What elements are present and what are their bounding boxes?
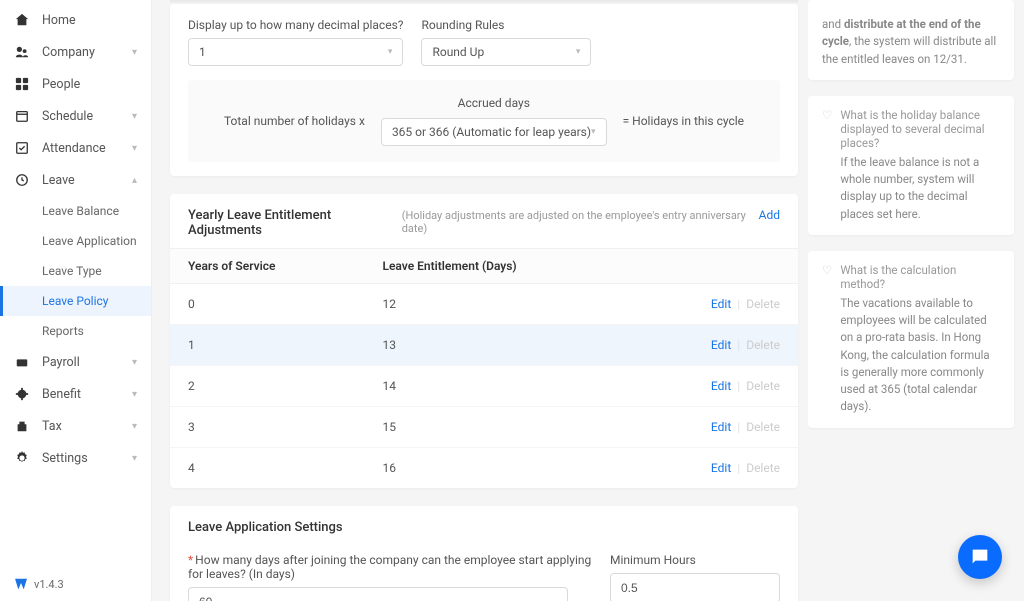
tip-distribute: and distribute at the end of the cycle, … (808, 0, 1014, 80)
sidebar-item-leave-application[interactable]: Leave Application (0, 226, 151, 256)
sidebar-item-benefit[interactable]: Benefit▾ (0, 378, 151, 410)
formula-denominator-select[interactable]: 365 or 366 (Automatic for leap years)▾ (381, 118, 607, 146)
sidebar-item-leave-balance[interactable]: Leave Balance (0, 196, 151, 226)
chat-fab[interactable] (958, 535, 1002, 579)
gear-icon (14, 450, 30, 466)
sidebar-item-company[interactable]: Company▾ (0, 36, 151, 68)
sidebar-item-attendance[interactable]: Attendance▾ (0, 132, 151, 164)
edit-link[interactable]: Edit (711, 379, 731, 393)
adjustments-subtitle: (Holiday adjustments are adjusted on the… (402, 209, 753, 235)
adjustments-table: Years of Service Leave Entitlement (Days… (170, 248, 798, 488)
delete-link[interactable]: Delete (746, 338, 780, 352)
sidebar-item-schedule[interactable]: Schedule▾ (0, 100, 151, 132)
las-q2-label: Minimum Hours (610, 553, 780, 567)
decimal-config-card: Display up to how many decimal places? 1… (170, 4, 798, 176)
edit-link[interactable]: Edit (711, 297, 731, 311)
table-row: 315Edit|Delete (170, 407, 798, 448)
table-row: 113Edit|Delete (170, 325, 798, 366)
tip-question: What is the calculation method? (840, 263, 1000, 291)
chevron-down-icon: ▾ (388, 47, 393, 57)
sidebar-item-home[interactable]: Home (0, 4, 151, 36)
heart-icon: ♡ (822, 108, 832, 223)
formula-rhs: = Holidays in this cycle (623, 114, 744, 128)
leave-icon (14, 172, 30, 188)
delete-link[interactable]: Delete (746, 420, 780, 434)
tip-calc: ♡ What is the calculation method? The va… (808, 251, 1014, 428)
table-row: 012Edit|Delete (170, 284, 798, 325)
chevron-down-icon: ▾ (132, 421, 137, 432)
benefit-icon (14, 386, 30, 402)
main-content: Display up to how many decimal places? 1… (152, 0, 808, 601)
sidebar-item-leave[interactable]: Leave▴ (0, 164, 151, 196)
tip-decimal: ♡ What is the holiday balance displayed … (808, 96, 1014, 235)
tip-answer: If the leave balance is not a whole numb… (840, 154, 1000, 223)
chevron-down-icon: ▾ (132, 47, 137, 58)
decimal-select[interactable]: 1▾ (188, 38, 403, 66)
las-q1-input[interactable] (188, 587, 568, 601)
heart-icon: ♡ (822, 263, 832, 416)
add-button[interactable]: Add (759, 208, 780, 222)
company-icon (14, 44, 30, 60)
rounding-label: Rounding Rules (421, 18, 591, 32)
tip-question: What is the holiday balance displayed to… (840, 108, 1000, 150)
sidebar-item-leave-type[interactable]: Leave Type (0, 256, 151, 286)
las-q1-label: *How many days after joining the company… (188, 553, 592, 581)
people-icon (14, 76, 30, 92)
delete-link[interactable]: Delete (746, 297, 780, 311)
rounding-select[interactable]: Round Up▾ (421, 38, 591, 66)
chevron-down-icon: ▾ (132, 389, 137, 400)
nav: Home Company▾ People Schedule▾ Attendanc… (0, 0, 151, 567)
adjustments-card: Yearly Leave Entitlement Adjustments (Ho… (170, 194, 798, 488)
sidebar-item-payroll[interactable]: Payroll▾ (0, 346, 151, 378)
formula-numerator: Accrued days (458, 96, 530, 110)
edit-link[interactable]: Edit (711, 461, 731, 475)
delete-link[interactable]: Delete (746, 379, 780, 393)
formula-lhs: Total number of holidays x (224, 114, 365, 128)
sidebar-item-reports[interactable]: Reports (0, 316, 151, 346)
schedule-icon (14, 108, 30, 124)
chevron-down-icon: ▾ (132, 357, 137, 368)
home-icon (14, 12, 30, 28)
las-title: Leave Application Settings (188, 520, 780, 535)
chevron-up-icon: ▴ (132, 175, 137, 186)
chat-icon (969, 546, 991, 568)
attendance-icon (14, 140, 30, 156)
tax-icon (14, 418, 30, 434)
table-row: 416Edit|Delete (170, 448, 798, 489)
edit-link[interactable]: Edit (711, 420, 731, 434)
sidebar-item-settings[interactable]: Settings▾ (0, 442, 151, 474)
version-label: v1.4.3 (0, 567, 151, 601)
tips-panel: and distribute at the end of the cycle, … (808, 0, 1024, 601)
sidebar-item-people[interactable]: People (0, 68, 151, 100)
table-row: 214Edit|Delete (170, 366, 798, 407)
col-years: Years of Service (170, 249, 364, 284)
las-q2-input[interactable] (610, 573, 780, 601)
decimal-label: Display up to how many decimal places? (188, 18, 403, 32)
chevron-down-icon: ▾ (132, 111, 137, 122)
tip-answer: The vacations available to employees wil… (840, 295, 1000, 416)
chevron-down-icon: ▾ (132, 453, 137, 464)
sidebar: Home Company▾ People Schedule▾ Attendanc… (0, 0, 152, 601)
las-card: Leave Application Settings *How many day… (170, 506, 798, 601)
chevron-down-icon: ▾ (591, 127, 596, 137)
sidebar-item-leave-policy[interactable]: Leave Policy (0, 286, 151, 316)
edit-link[interactable]: Edit (711, 338, 731, 352)
sidebar-item-tax[interactable]: Tax▾ (0, 410, 151, 442)
col-entitlement: Leave Entitlement (Days) (364, 249, 632, 284)
delete-link[interactable]: Delete (746, 461, 780, 475)
chevron-down-icon: ▾ (576, 47, 581, 57)
chevron-down-icon: ▾ (132, 143, 137, 154)
adjustments-title: Yearly Leave Entitlement Adjustments (188, 208, 396, 238)
formula-box: Total number of holidays x Accrued days … (188, 80, 780, 162)
payroll-icon (14, 354, 30, 370)
